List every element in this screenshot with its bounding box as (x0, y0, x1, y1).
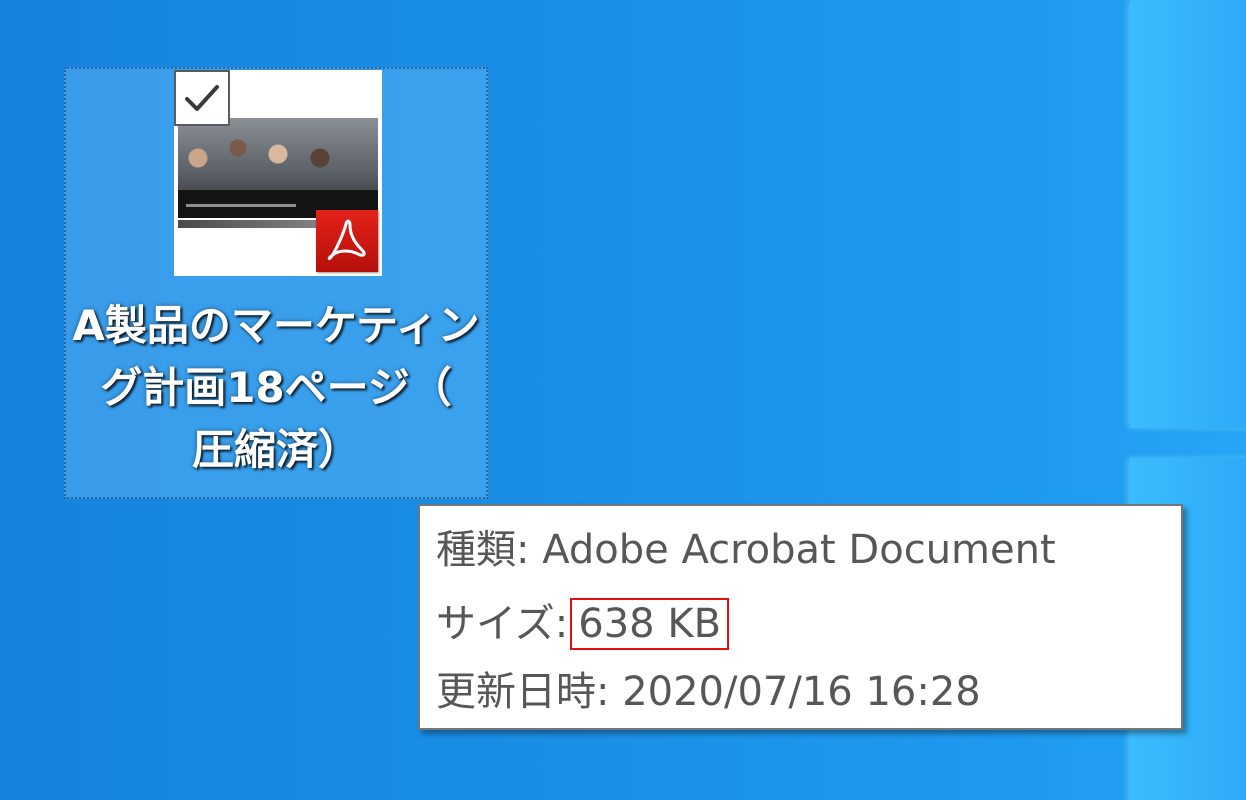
type-value: Adobe Acrobat Document (542, 527, 1056, 573)
tooltip-type-row: 種類: Adobe Acrobat Document (436, 520, 1056, 580)
file-info-tooltip: 種類: Adobe Acrobat Document サイズ: 638 KB 更新… (418, 504, 1183, 730)
adobe-acrobat-icon (316, 210, 378, 272)
selection-checkbox[interactable] (174, 70, 230, 126)
thumbnail-title-line (186, 204, 296, 207)
windows-logo-panel-upper (1130, 0, 1246, 428)
tooltip-modified-row: 更新日時: 2020/07/16 16:28 (436, 662, 981, 722)
tooltip-size-row: サイズ: 638 KB (436, 594, 730, 654)
modified-value: 2020/07/16 16:28 (622, 669, 981, 715)
file-name-line-2: グ計画18ページ（ (100, 363, 452, 412)
pdf-thumbnail (174, 70, 382, 276)
checkmark-icon (185, 85, 219, 111)
file-name-line-1: A製品のマーケティン (72, 301, 480, 350)
file-name-line-3: 圧縮済） (191, 425, 360, 474)
size-label: サイズ: (436, 601, 569, 647)
type-label: 種類: (436, 527, 530, 573)
pdf-file-desktop-icon[interactable]: A製品のマーケティン グ計画18ページ（ 圧縮済） (64, 67, 488, 499)
desktop-background: A製品のマーケティン グ計画18ページ（ 圧縮済） 種類: Adobe Acro… (0, 0, 1246, 800)
size-value: 638 KB (578, 601, 722, 647)
size-value-highlight: 638 KB (570, 598, 730, 650)
file-name-label[interactable]: A製品のマーケティン グ計画18ページ（ 圧縮済） (66, 295, 486, 481)
modified-label: 更新日時: (436, 669, 610, 715)
